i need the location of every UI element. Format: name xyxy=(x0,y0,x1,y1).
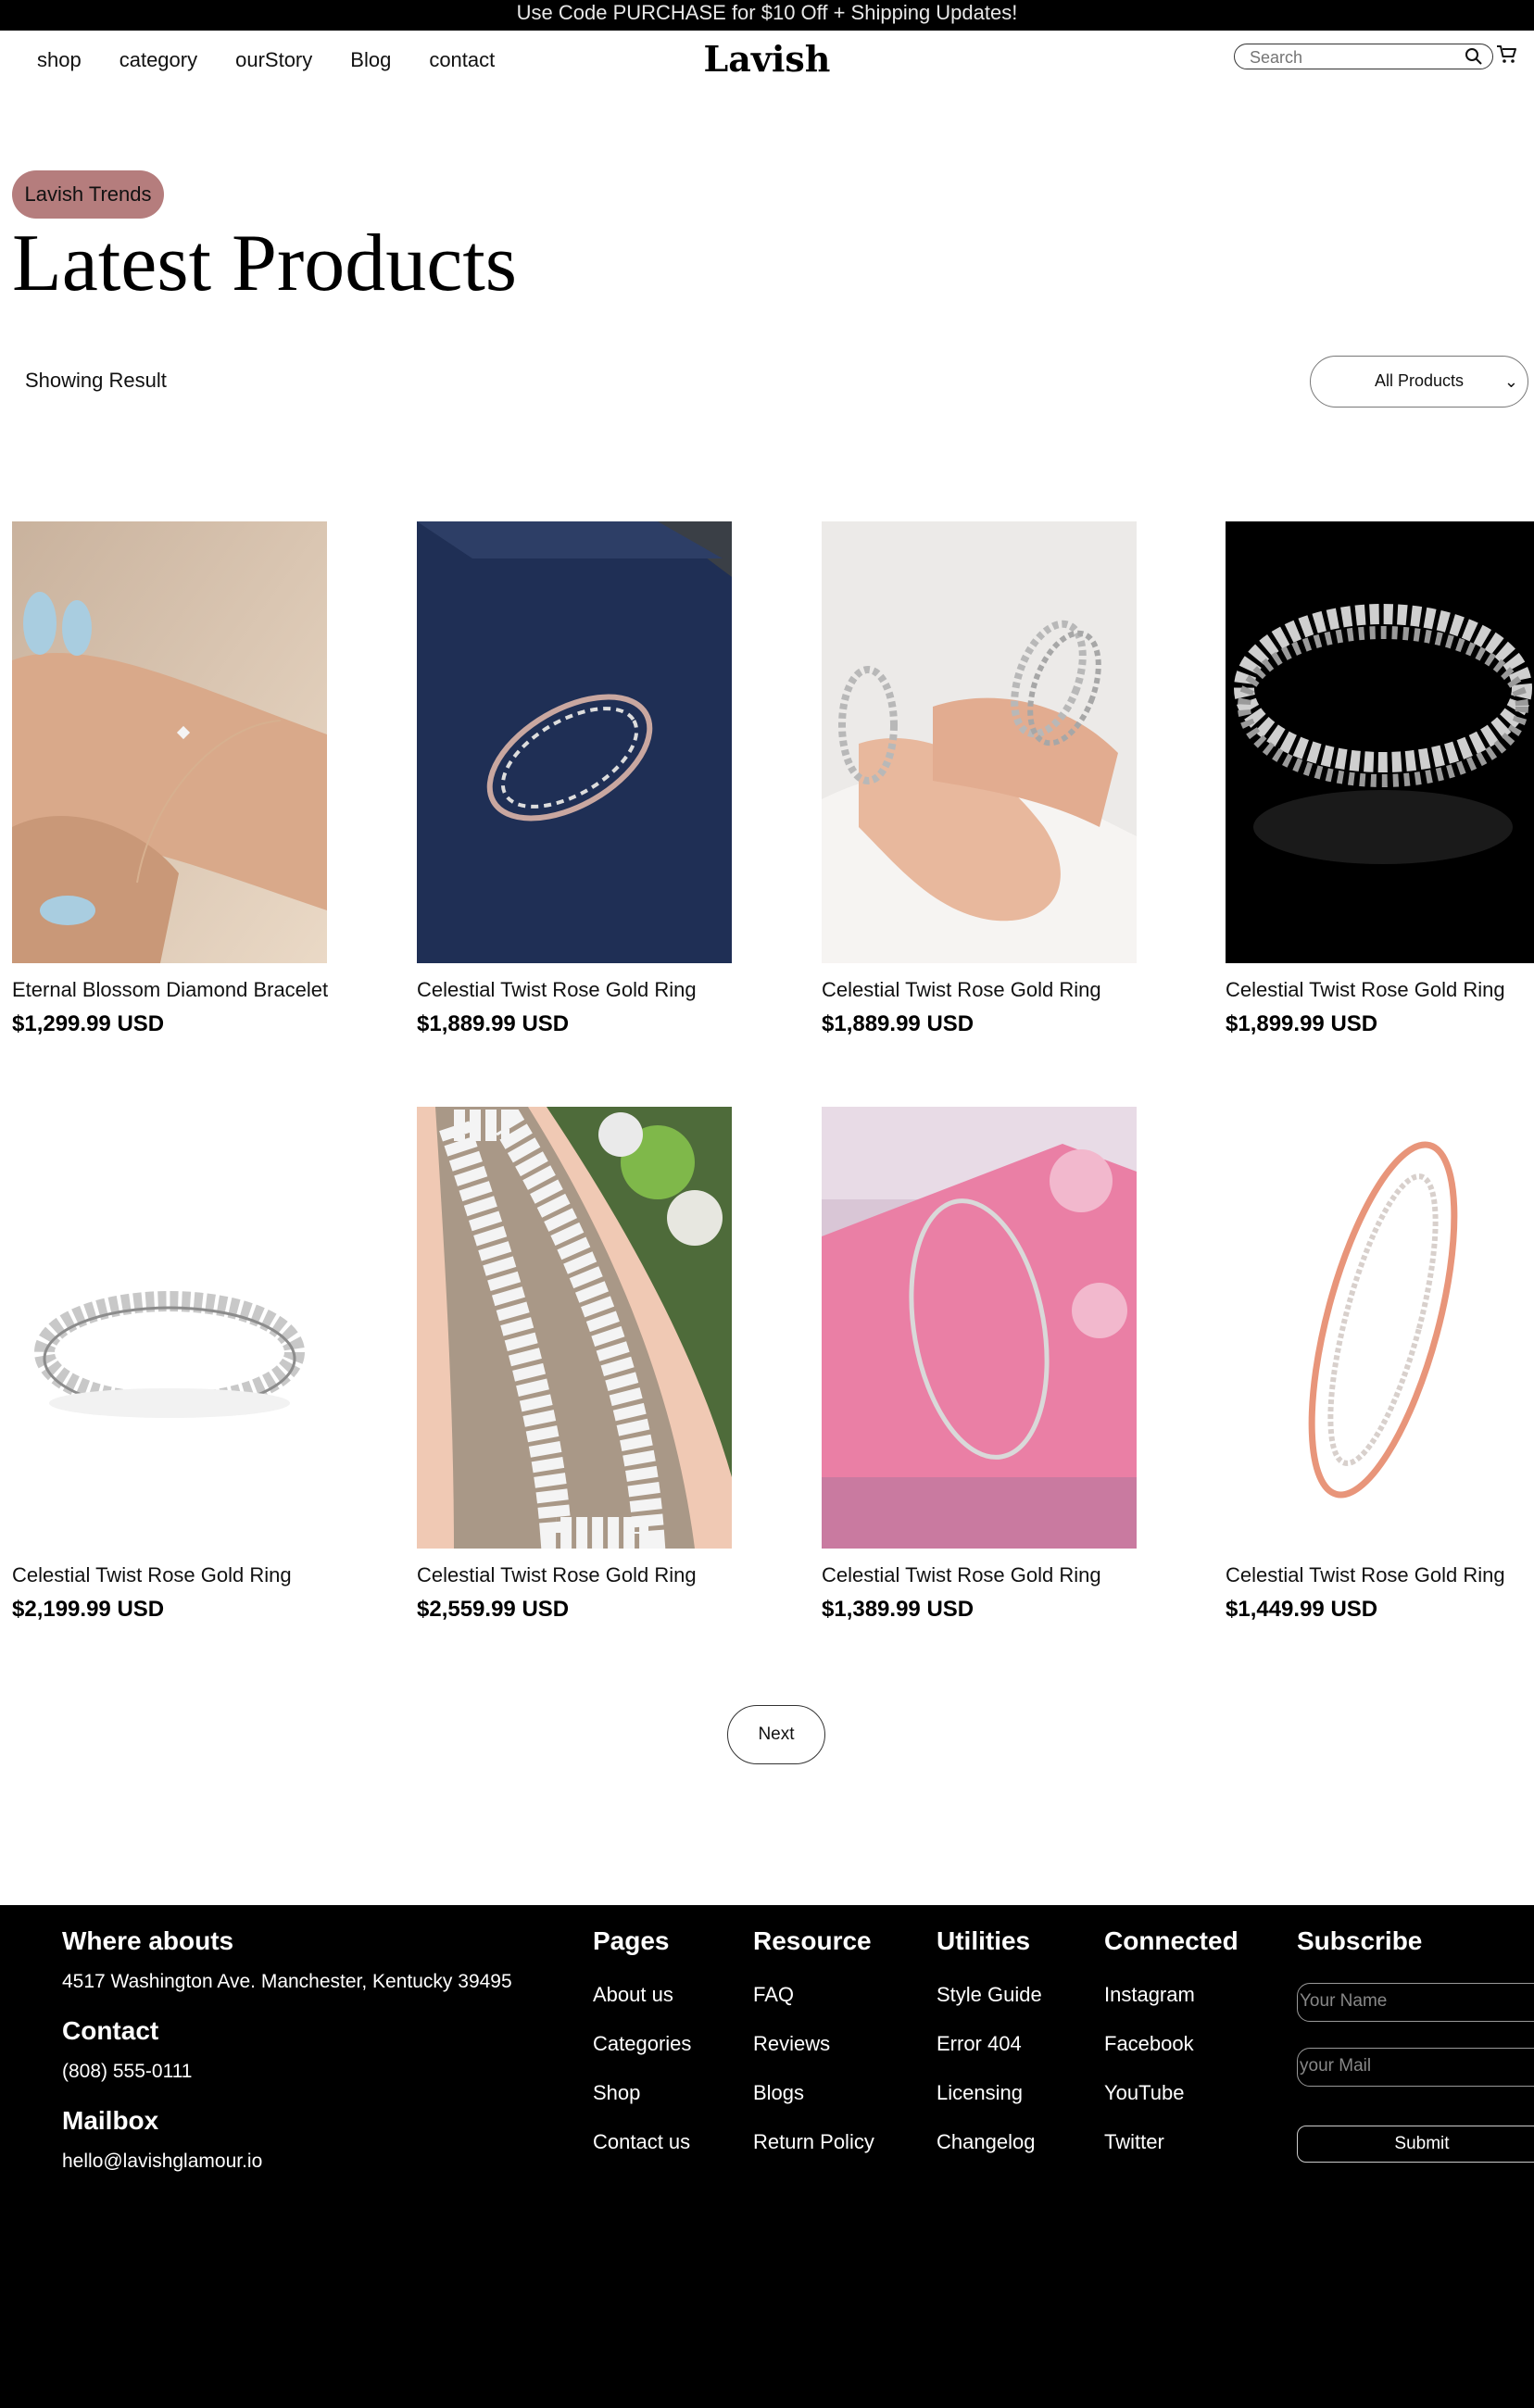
product-image[interactable] xyxy=(417,521,732,963)
footer-mailbox-heading: Mailbox xyxy=(62,2106,159,2135)
footer-link-faq[interactable]: FAQ xyxy=(753,1983,794,2007)
product-card[interactable]: Celestial Twist Rose Gold Ring $2,559.99… xyxy=(417,1107,750,1623)
footer-link-style-guide[interactable]: Style Guide xyxy=(937,1983,1042,2007)
product-name[interactable]: Celestial Twist Rose Gold Ring xyxy=(1226,978,1534,1002)
page-title: Latest Products xyxy=(12,219,518,308)
footer-resource-heading: Resource xyxy=(753,1926,872,1955)
chevron-down-icon: ⌄ xyxy=(1503,372,1518,391)
footer-link-blogs[interactable]: Blogs xyxy=(753,2081,804,2105)
footer-link-shop[interactable]: Shop xyxy=(593,2081,640,2105)
footer-link-reviews[interactable]: Reviews xyxy=(753,2032,830,2056)
search-input[interactable] xyxy=(1248,47,1455,69)
next-page-button[interactable]: Next xyxy=(727,1705,825,1764)
product-price: $1,449.99 USD xyxy=(1226,1597,1378,1622)
announcement-text: Use Code PURCHASE for $10 Off + Shipping… xyxy=(516,1,1018,24)
search-box xyxy=(1234,44,1493,69)
footer-link-error-404[interactable]: Error 404 xyxy=(937,2032,1022,2056)
product-image[interactable] xyxy=(12,1107,327,1549)
product-price: $1,299.99 USD xyxy=(12,1011,165,1036)
product-price: $1,899.99 USD xyxy=(1226,1011,1378,1036)
product-price: $1,389.99 USD xyxy=(822,1597,974,1622)
footer-utilities-heading: Utilities xyxy=(937,1926,1031,1955)
footer-whereabouts-heading: Where abouts xyxy=(62,1926,234,1955)
footer-link-about-us[interactable]: About us xyxy=(593,1983,673,2007)
product-card[interactable]: Celestial Twist Rose Gold Ring $1,899.99… xyxy=(1226,521,1534,1037)
cart-icon[interactable] xyxy=(1496,44,1518,70)
product-card[interactable]: Celestial Twist Rose Gold Ring $1,389.99… xyxy=(822,1107,1155,1623)
footer-subscribe-heading: Subscribe xyxy=(1297,1926,1423,1955)
trend-tag: Lavish Trends xyxy=(12,170,164,219)
footer-link-changelog[interactable]: Changelog xyxy=(937,2130,1035,2154)
product-card[interactable]: Celestial Twist Rose Gold Ring $2,199.99… xyxy=(12,1107,346,1623)
product-image[interactable] xyxy=(12,521,327,963)
product-name[interactable]: Celestial Twist Rose Gold Ring xyxy=(12,1563,346,1587)
footer-link-contact-us[interactable]: Contact us xyxy=(593,2130,690,2154)
footer-link-facebook[interactable]: Facebook xyxy=(1104,2032,1194,2056)
product-card[interactable]: Celestial Twist Rose Gold Ring $1,889.99… xyxy=(822,521,1155,1037)
footer-link-categories[interactable]: Categories xyxy=(593,2032,691,2056)
product-price: $1,889.99 USD xyxy=(822,1011,974,1036)
footer-link-return-policy[interactable]: Return Policy xyxy=(753,2130,874,2154)
product-name[interactable]: Celestial Twist Rose Gold Ring xyxy=(822,1563,1155,1587)
footer-contact-heading: Contact xyxy=(62,2016,159,2045)
footer-link-instagram[interactable]: Instagram xyxy=(1104,1983,1195,2007)
footer-pages-heading: Pages xyxy=(593,1926,670,1955)
product-price: $2,199.99 USD xyxy=(12,1597,165,1622)
product-name[interactable]: Eternal Blossom Diamond Bracelet xyxy=(12,978,346,1002)
product-card[interactable]: Celestial Twist Rose Gold Ring $1,889.99… xyxy=(417,521,750,1037)
product-card[interactable]: Celestial Twist Rose Gold Ring $1,449.99… xyxy=(1226,1107,1534,1623)
product-image[interactable] xyxy=(1226,521,1534,963)
product-name[interactable]: Celestial Twist Rose Gold Ring xyxy=(1226,1563,1534,1587)
showing-result-label: Showing Result xyxy=(25,369,167,392)
product-image[interactable] xyxy=(417,1107,732,1549)
footer-link-licensing[interactable]: Licensing xyxy=(937,2081,1023,2105)
product-filter-select[interactable]: All Products ⌄ xyxy=(1310,356,1528,408)
announcement-bar: Use Code PURCHASE for $10 Off + Shipping… xyxy=(0,0,1534,31)
footer-address: 4517 Washington Ave. Manchester, Kentuck… xyxy=(62,1971,512,1992)
product-image[interactable] xyxy=(822,521,1137,963)
product-price: $1,889.99 USD xyxy=(417,1011,570,1036)
product-name[interactable]: Celestial Twist Rose Gold Ring xyxy=(822,978,1155,1002)
product-image[interactable] xyxy=(1226,1107,1534,1549)
footer-email[interactable]: hello@lavishglamour.io xyxy=(62,2151,262,2173)
product-price: $2,559.99 USD xyxy=(417,1597,570,1622)
footer-connected-heading: Connected xyxy=(1104,1926,1239,1955)
main-nav: shop category ourStory Blog contact Lavi… xyxy=(0,31,1534,92)
footer-link-twitter[interactable]: Twitter xyxy=(1104,2130,1164,2154)
filter-selected-value: All Products xyxy=(1374,371,1465,390)
subscribe-name-input[interactable]: Your Name xyxy=(1297,1983,1534,2022)
search-icon[interactable] xyxy=(1465,47,1483,70)
footer-link-youtube[interactable]: YouTube xyxy=(1104,2081,1184,2105)
product-card[interactable]: Eternal Blossom Diamond Bracelet $1,299.… xyxy=(12,521,346,1037)
subscribe-email-input[interactable]: your Mail xyxy=(1297,2048,1534,2087)
product-name[interactable]: Celestial Twist Rose Gold Ring xyxy=(417,1563,750,1587)
footer-phone[interactable]: (808) 555-0111 xyxy=(62,2061,193,2083)
product-name[interactable]: Celestial Twist Rose Gold Ring xyxy=(417,978,750,1002)
product-image[interactable] xyxy=(822,1107,1137,1549)
subscribe-submit-button[interactable]: Submit xyxy=(1297,2126,1534,2163)
